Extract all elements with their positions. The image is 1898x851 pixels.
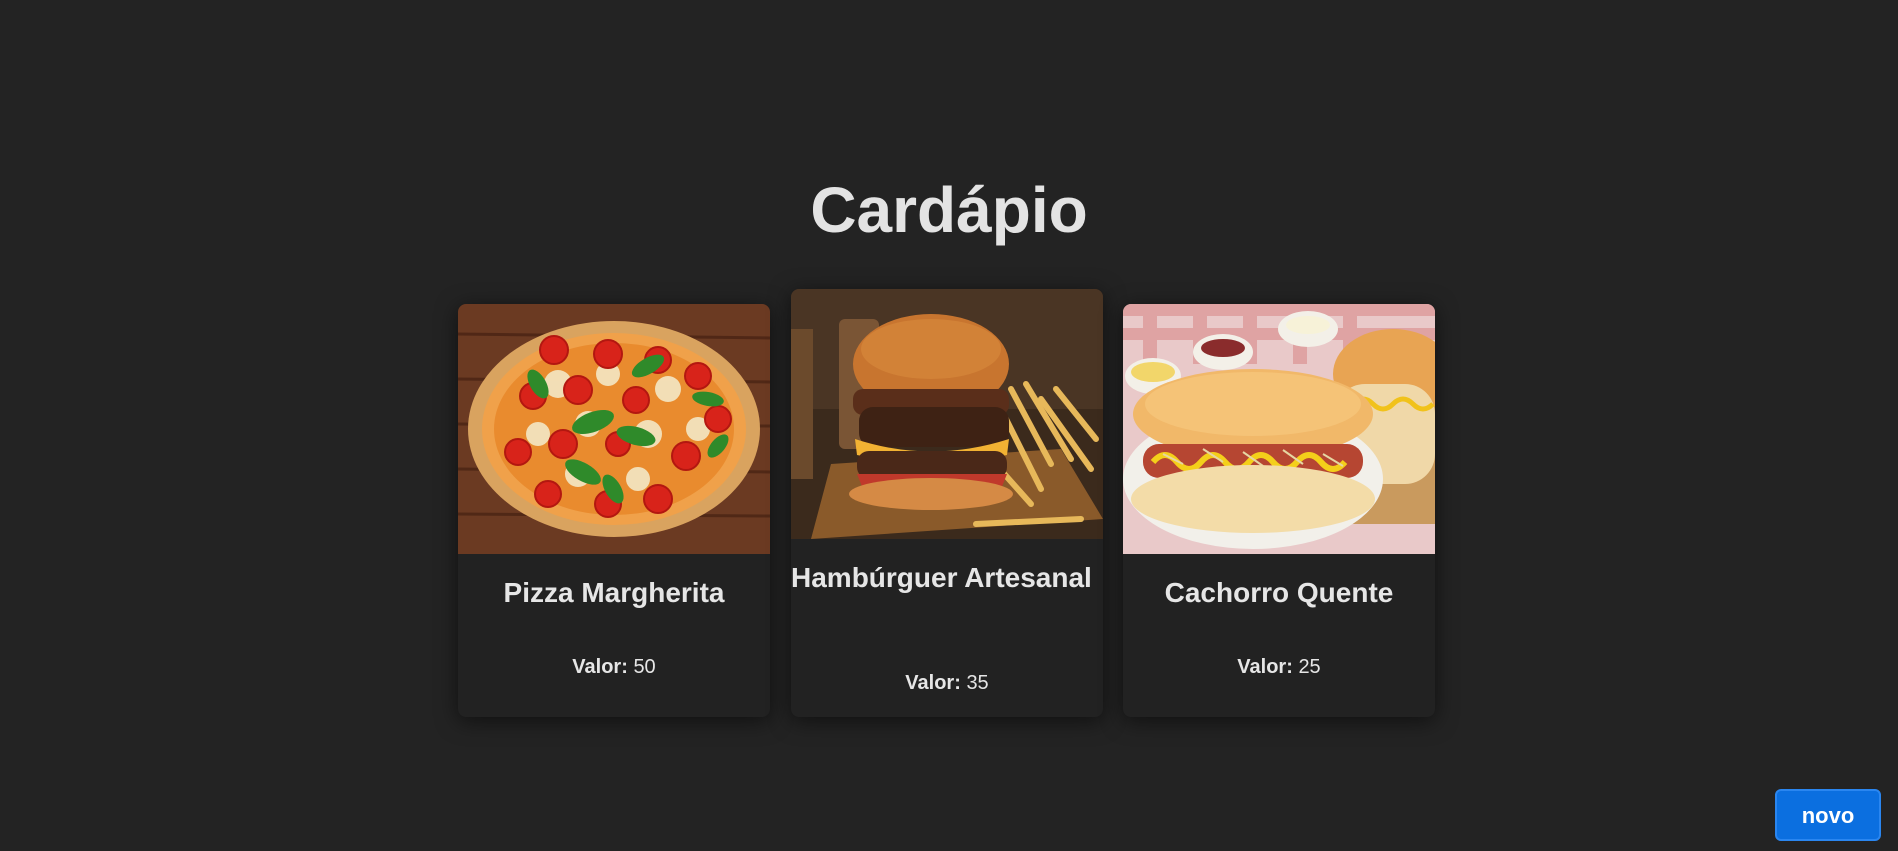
menu-item-name: Hambúrguer Artesanal (791, 562, 1092, 593)
pizza-margherita-photo (458, 304, 770, 554)
menu-item-name: Pizza Margherita (503, 577, 725, 608)
menu-item-price: Valor: 25 (1123, 656, 1435, 679)
price-label: Valor: (572, 656, 628, 678)
page-title: Cardápio (810, 174, 1088, 246)
price-value: 25 (1298, 656, 1321, 678)
menu-card-pizza[interactable]: Pizza Margherita Valor: 50 (458, 304, 770, 717)
burger-fries-photo (791, 289, 1103, 539)
price-value: 35 (966, 672, 989, 694)
menu-card-hotdog[interactable]: Cachorro Quente Valor: 25 (1123, 304, 1435, 717)
hot-dog-photo (1123, 304, 1435, 554)
new-item-button[interactable]: novo (1775, 789, 1881, 841)
menu-page: Cardápio Pizza Margherita Valor: 50 Hamb… (0, 0, 1898, 851)
price-value: 50 (633, 656, 656, 678)
price-label: Valor: (1237, 656, 1293, 678)
menu-item-name: Cachorro Quente (1164, 577, 1394, 608)
menu-item-price: Valor: 50 (458, 656, 770, 679)
price-label: Valor: (905, 672, 961, 694)
menu-card-burger[interactable]: Hambúrguer Artesanal Valor: 35 (791, 289, 1103, 717)
menu-item-price: Valor: 35 (791, 672, 1103, 695)
